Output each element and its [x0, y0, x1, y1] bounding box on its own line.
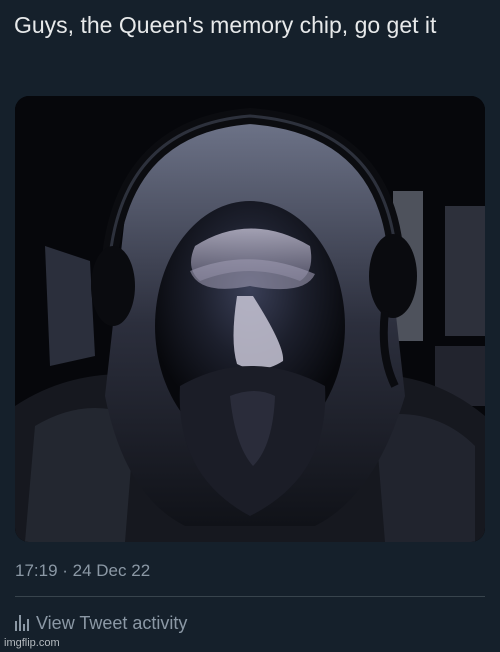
tweet-card: Guys, the Queen's memory chip, go get it	[0, 0, 500, 652]
imgflip-watermark: imgflip.com	[4, 637, 60, 649]
tweet-text: Guys, the Queen's memory chip, go get it	[14, 12, 437, 38]
view-tweet-activity-link[interactable]: View Tweet activity	[15, 612, 187, 634]
bar-chart-icon	[15, 615, 29, 631]
tweet-timestamp[interactable]: 17:19 · 24 Dec 22	[15, 560, 150, 582]
view-tweet-activity-label: View Tweet activity	[36, 613, 188, 633]
divider	[15, 596, 485, 597]
tweet-photo[interactable]	[15, 96, 485, 542]
man-with-headset-photo	[15, 96, 485, 542]
